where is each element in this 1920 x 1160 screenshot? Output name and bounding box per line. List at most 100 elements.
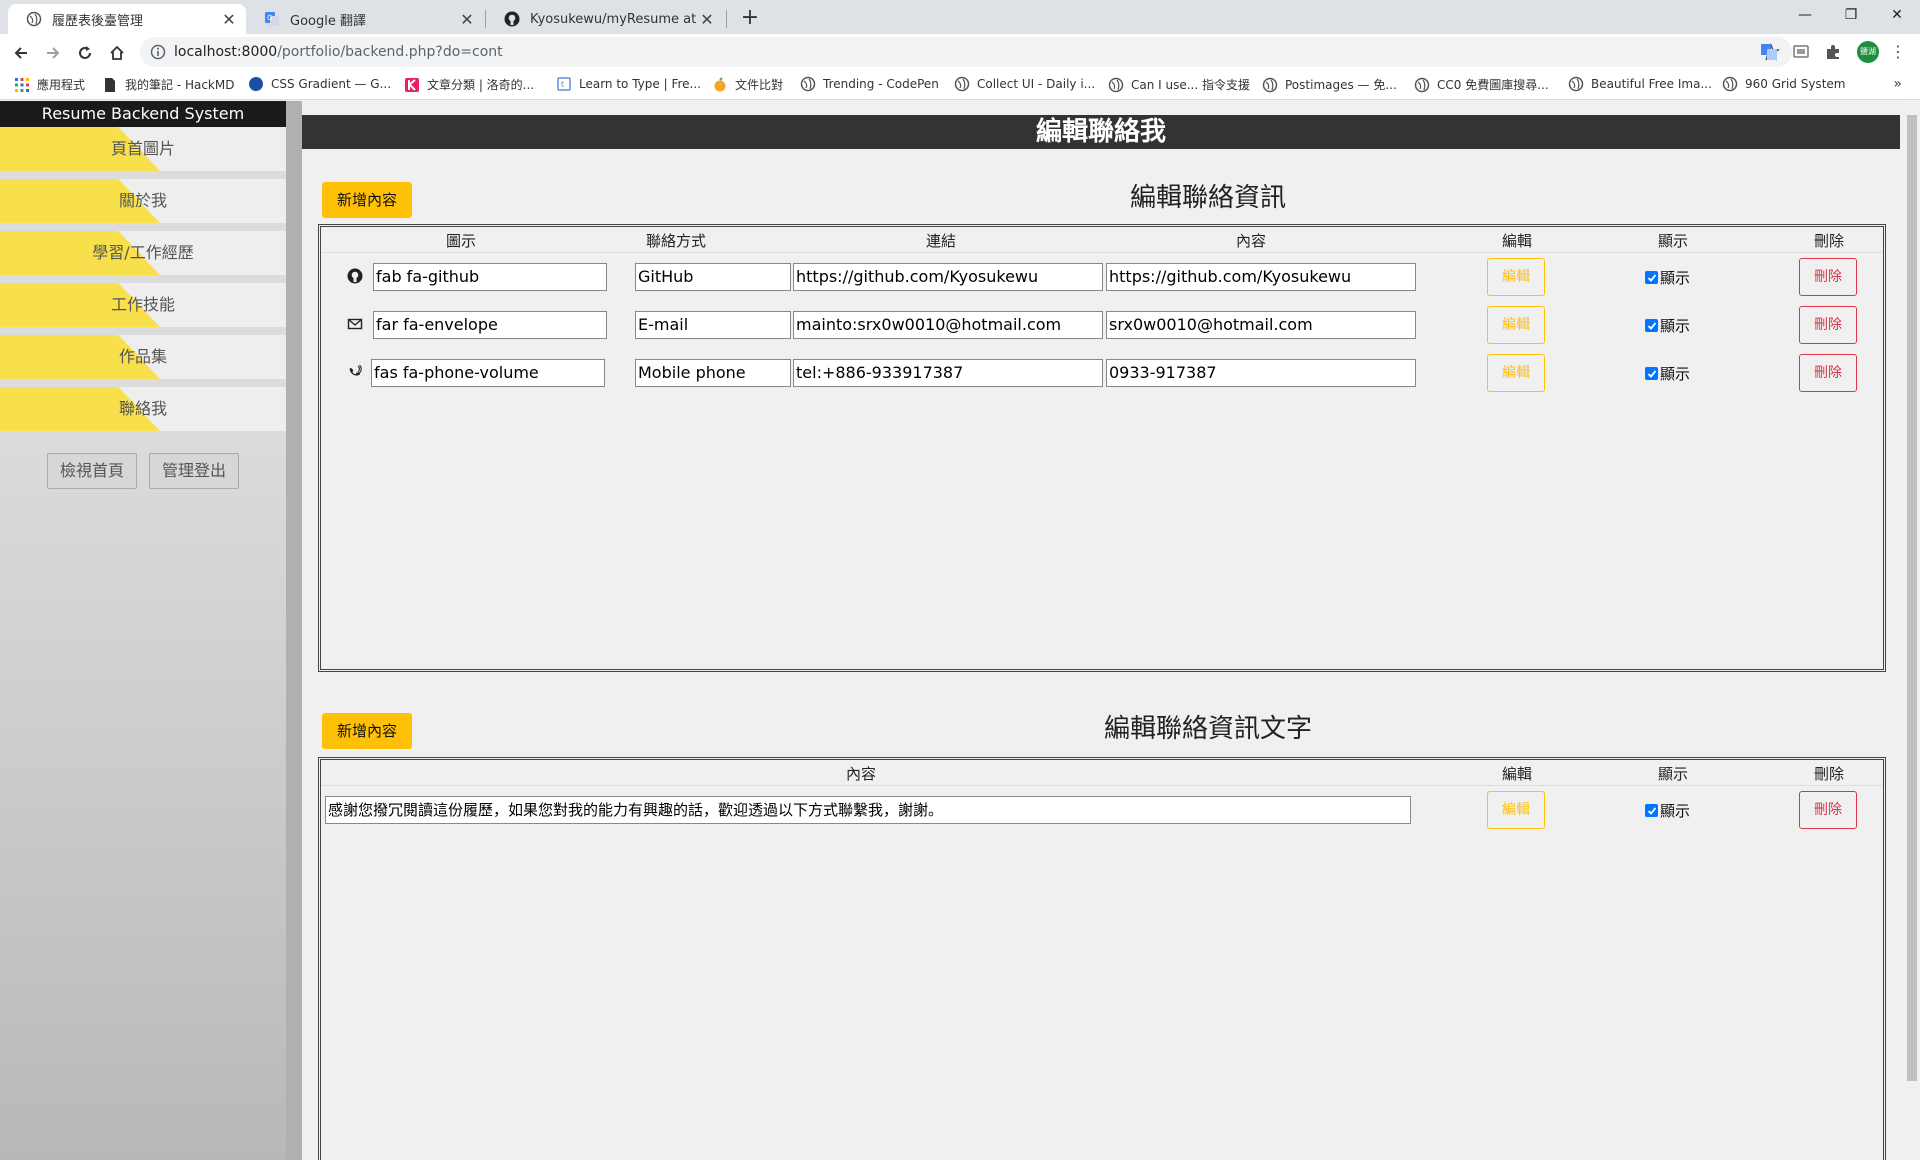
table-row: far fa-envelope E-mail mainto:srx0w0010@… bbox=[321, 301, 1883, 349]
bookmark-cc0-images[interactable]: CC0 免費圖庫搜尋... bbox=[1414, 76, 1549, 93]
show-toggle[interactable]: 顯示 bbox=[1645, 800, 1690, 821]
sidebar-item-portfolio[interactable]: 作品集 bbox=[0, 335, 286, 387]
forward-button[interactable] bbox=[40, 40, 66, 66]
cast-extension-icon[interactable] bbox=[1792, 43, 1810, 61]
bookmark-hackmd[interactable]: 我的筆記 - HackMD bbox=[102, 76, 234, 93]
bookmark-article-categories[interactable]: 文章分類 | 洛奇的... bbox=[404, 76, 534, 93]
bookmarks-overflow-icon[interactable]: » bbox=[1893, 76, 1902, 92]
google-translate-icon: G bbox=[265, 12, 279, 26]
content-input[interactable]: 0933-917387 bbox=[1106, 359, 1416, 387]
window-close-button[interactable]: ✕ bbox=[1874, 0, 1920, 30]
tab-github-repo[interactable]: Kyosukewu/myResume at back ✕ bbox=[486, 4, 724, 34]
page-scrollbar[interactable] bbox=[1904, 101, 1920, 1160]
sidebar-item-header-image[interactable]: 頁首圖片 bbox=[0, 127, 286, 179]
browser-toolbar: localhost:8000/portfolio/backend.php?do=… bbox=[0, 34, 1920, 70]
icon-class-input[interactable]: far fa-envelope bbox=[373, 311, 607, 339]
address-bar[interactable]: localhost:8000/portfolio/backend.php?do=… bbox=[140, 37, 1792, 67]
checkbox-checked-icon[interactable] bbox=[1645, 804, 1658, 817]
bookmark-960-grid[interactable]: 960 Grid System bbox=[1722, 76, 1845, 92]
sidebar-item-contact[interactable]: 聯絡我 bbox=[0, 387, 286, 439]
link-input[interactable]: tel:+886-933917387 bbox=[793, 359, 1103, 387]
icon-class-input[interactable]: fab fa-github bbox=[373, 263, 607, 291]
globe-icon bbox=[954, 76, 970, 92]
k-logo-icon bbox=[405, 77, 419, 92]
home-icon bbox=[110, 45, 124, 60]
show-toggle[interactable]: 顯示 bbox=[1645, 315, 1690, 336]
close-icon[interactable]: ✕ bbox=[218, 10, 240, 29]
content-input[interactable]: https://github.com/Kyosukewu bbox=[1106, 263, 1416, 291]
edit-button[interactable]: 編輯 bbox=[1487, 354, 1545, 392]
arrow-left-icon bbox=[14, 47, 27, 59]
contact-text-section-title: 編輯聯絡資訊文字 bbox=[1103, 714, 1312, 744]
info-icon[interactable] bbox=[150, 44, 166, 60]
contact-text-input[interactable]: 感謝您撥冗閱讀這份履歷，如果您對我的能力有興趣的話，歡迎透過以下方式聯繫我，謝謝… bbox=[325, 796, 1411, 824]
add-contact-info-button[interactable]: 新增內容 bbox=[322, 182, 412, 218]
bookmark-codepen[interactable]: Trending - CodePen bbox=[800, 76, 939, 92]
restore-button[interactable]: ❐ bbox=[1828, 0, 1874, 30]
extensions-puzzle-icon[interactable] bbox=[1824, 43, 1842, 61]
sidebar-item-experience[interactable]: 學習/工作經歷 bbox=[0, 231, 286, 283]
sidebar-item-skills[interactable]: 工作技能 bbox=[0, 283, 286, 335]
bookmark-postimages[interactable]: Postimages — 免... bbox=[1262, 76, 1397, 93]
phone-volume-icon bbox=[349, 364, 362, 376]
globe-icon bbox=[26, 11, 42, 27]
edit-button[interactable]: 編輯 bbox=[1487, 306, 1545, 344]
contact-info-table: 圖示 聯絡方式 連結 內容 編輯 顯示 刪除 fab fa-github Git… bbox=[318, 224, 1886, 672]
show-toggle[interactable]: 顯示 bbox=[1645, 267, 1690, 288]
globe-icon bbox=[800, 76, 816, 92]
table-row: fas fa-phone-volume Mobile phone tel:+88… bbox=[321, 349, 1883, 397]
main-content: 編輯聯絡我 新增內容 編輯聯絡資訊 圖示 聯絡方式 連結 內容 編輯 顯示 刪除… bbox=[302, 101, 1900, 1160]
bookmark-collect-ui[interactable]: Collect UI - Daily i... bbox=[954, 76, 1095, 92]
tab-google-translate[interactable]: G Google 翻譯 ✕ bbox=[246, 4, 484, 34]
browser-menu-icon[interactable]: ⋮ bbox=[1890, 42, 1906, 61]
tab-title: Google 翻譯 bbox=[290, 13, 366, 29]
logout-button[interactable]: 管理登出 bbox=[149, 453, 239, 489]
sidebar-item-about[interactable]: 關於我 bbox=[0, 179, 286, 231]
delete-button[interactable]: 刪除 bbox=[1799, 258, 1857, 296]
minimize-button[interactable]: — bbox=[1782, 0, 1828, 30]
show-toggle[interactable]: 顯示 bbox=[1645, 363, 1690, 384]
content-input[interactable]: srx0w0010@hotmail.com bbox=[1106, 311, 1416, 339]
contact-method-input[interactable]: Mobile phone bbox=[635, 359, 791, 387]
keyboard-key-icon: t bbox=[557, 77, 571, 91]
reload-icon bbox=[79, 46, 91, 59]
bookmark-apps[interactable]: 應用程式 bbox=[14, 76, 85, 93]
translate-extension-icon[interactable] bbox=[1760, 43, 1778, 61]
svg-text:t: t bbox=[561, 80, 564, 89]
home-button[interactable] bbox=[104, 40, 130, 66]
icon-class-input[interactable]: fas fa-phone-volume bbox=[371, 359, 605, 387]
add-contact-text-button[interactable]: 新增內容 bbox=[322, 713, 412, 749]
tab-resume-admin[interactable]: 履歷表後臺管理 ✕ bbox=[8, 4, 246, 34]
back-button[interactable] bbox=[8, 40, 34, 66]
bookmark-free-images[interactable]: Beautiful Free Ima... bbox=[1568, 76, 1712, 92]
edit-button[interactable]: 編輯 bbox=[1487, 791, 1545, 829]
table-header: 圖示 聯絡方式 連結 內容 編輯 顯示 刪除 bbox=[321, 227, 1883, 253]
view-homepage-button[interactable]: 檢視首頁 bbox=[47, 453, 137, 489]
close-icon[interactable]: ✕ bbox=[456, 10, 478, 29]
reload-button[interactable] bbox=[72, 40, 98, 66]
sidebar-divider bbox=[286, 101, 302, 1160]
link-input[interactable]: mainto:srx0w0010@hotmail.com bbox=[793, 311, 1103, 339]
checkbox-checked-icon[interactable] bbox=[1645, 367, 1658, 380]
bookmark-learn-to-type[interactable]: t Learn to Type | Fre... bbox=[556, 76, 701, 92]
checkbox-checked-icon[interactable] bbox=[1645, 271, 1658, 284]
new-tab-button[interactable]: + bbox=[736, 5, 764, 33]
delete-button[interactable]: 刪除 bbox=[1799, 306, 1857, 344]
table-header: 內容 編輯 顯示 刪除 bbox=[321, 760, 1883, 786]
contact-method-input[interactable]: GitHub bbox=[635, 263, 791, 291]
edit-button[interactable]: 編輯 bbox=[1487, 258, 1545, 296]
globe-icon bbox=[1262, 77, 1278, 92]
bookmark-can-i-use[interactable]: Can I use... 指令支援 bbox=[1108, 76, 1250, 93]
link-input[interactable]: https://github.com/Kyosukewu bbox=[793, 263, 1103, 291]
url-text: localhost:8000/portfolio/backend.php?do=… bbox=[174, 44, 503, 60]
contact-method-input[interactable]: E-mail bbox=[635, 311, 791, 339]
tab-title: 履歷表後臺管理 bbox=[52, 13, 144, 29]
scrollbar-thumb[interactable] bbox=[1907, 115, 1917, 1081]
profile-avatar[interactable]: 鹽湖 bbox=[1857, 41, 1879, 63]
bookmark-diff[interactable]: 文件比對 bbox=[712, 76, 783, 93]
bookmark-css-gradient[interactable]: CSS Gradient — G... bbox=[248, 76, 391, 92]
delete-button[interactable]: 刪除 bbox=[1799, 791, 1857, 829]
checkbox-checked-icon[interactable] bbox=[1645, 319, 1658, 332]
close-icon[interactable]: ✕ bbox=[696, 10, 718, 29]
delete-button[interactable]: 刪除 bbox=[1799, 354, 1857, 392]
